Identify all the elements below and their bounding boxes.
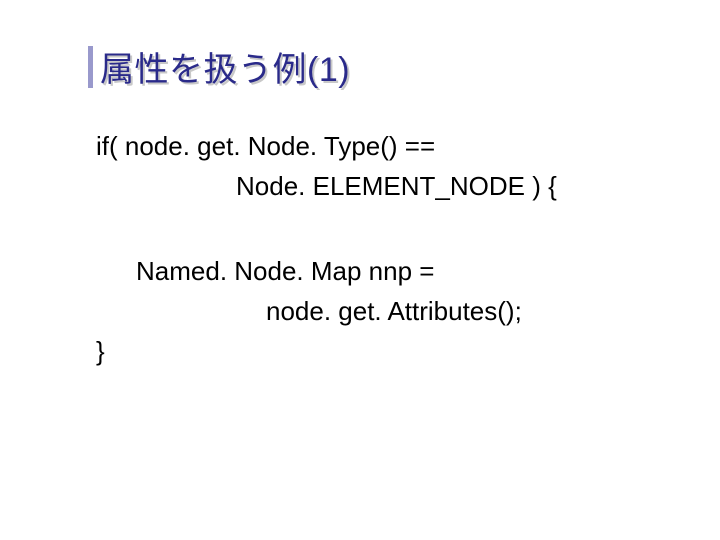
code-line-5: } [96,331,656,371]
code-body: if( node. get. Node. Type() == Node. ELE… [96,126,656,371]
slide: 属性を扱う例(1) 属性を扱う例(1) if( node. get. Node.… [0,0,720,540]
code-line-3: Named. Node. Map nnp = [96,251,656,291]
code-line-4: node. get. Attributes(); [96,291,656,331]
code-blank-line [96,207,656,251]
slide-title: 属性を扱う例(1) [100,42,350,91]
code-line-2: Node. ELEMENT_NODE ) { [96,166,656,206]
title-accent-bar [88,46,93,88]
slide-title-block: 属性を扱う例(1) 属性を扱う例(1) [100,42,350,91]
code-line-1: if( node. get. Node. Type() == [96,126,656,166]
